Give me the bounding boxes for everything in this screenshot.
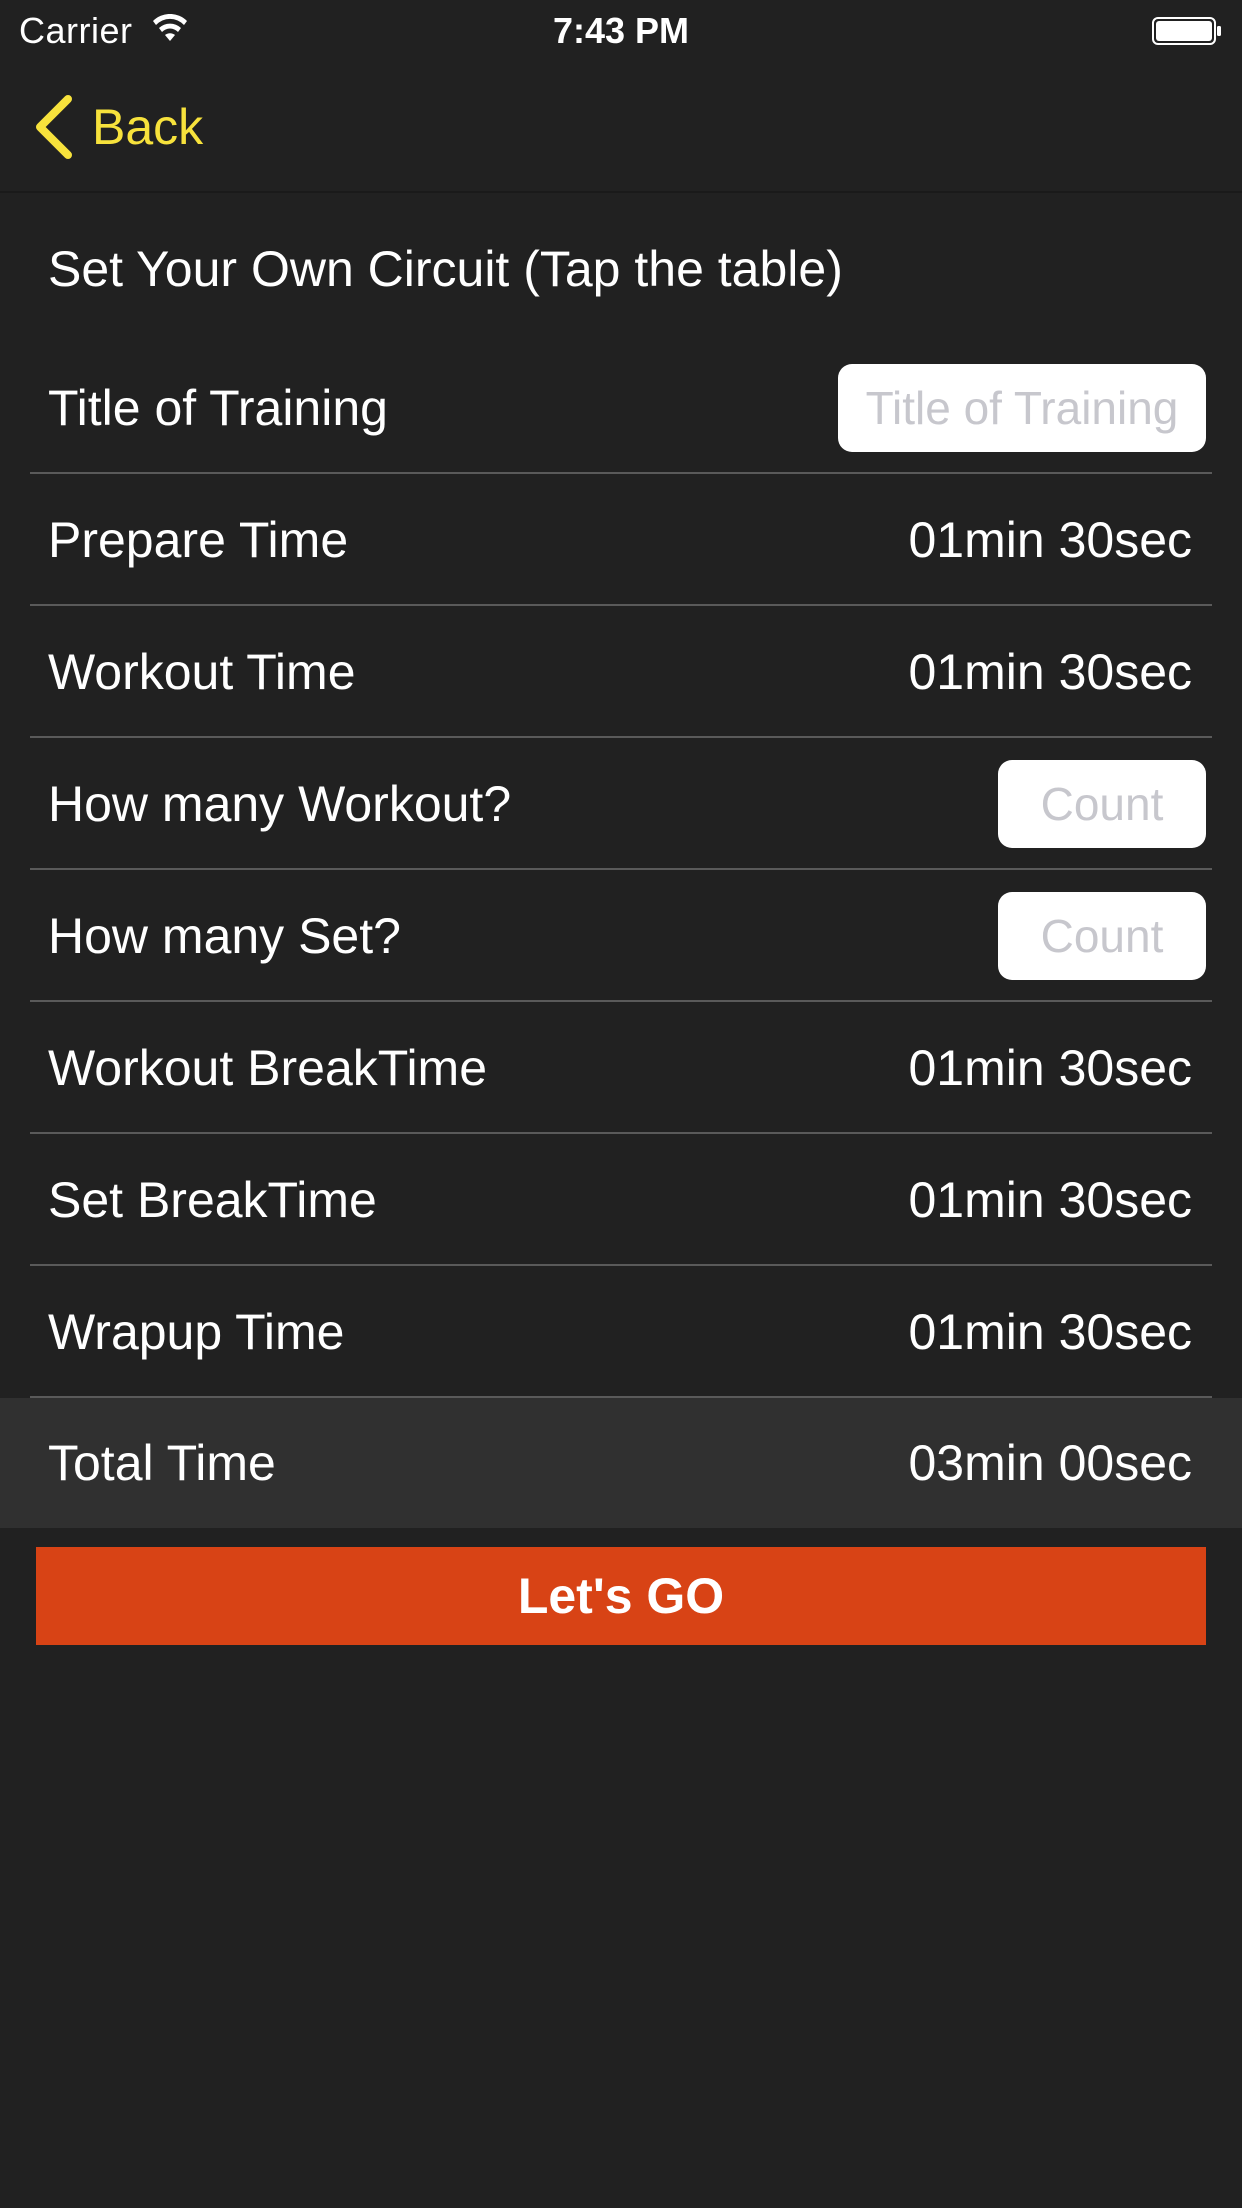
row-title-of-training[interactable]: Title of Training xyxy=(30,342,1212,474)
set-breaktime-value: 01min 30sec xyxy=(908,1172,1193,1228)
total-time-value: 03min 00sec xyxy=(908,1435,1193,1491)
row-label: Workout BreakTime xyxy=(48,1040,488,1096)
row-prepare-time[interactable]: Prepare Time 01min 30sec xyxy=(30,474,1212,606)
battery-icon xyxy=(1152,17,1221,45)
total-time-label: Total Time xyxy=(48,1435,276,1491)
row-label: Wrapup Time xyxy=(48,1304,345,1360)
page-title: Set Your Own Circuit (Tap the table) xyxy=(48,241,843,297)
workout-breaktime-value: 01min 30sec xyxy=(908,1040,1193,1096)
workout-count-input[interactable] xyxy=(998,760,1206,848)
workout-time-value: 01min 30sec xyxy=(908,644,1193,700)
back-label: Back xyxy=(92,99,204,155)
navigation-bar: Back xyxy=(0,60,1242,193)
row-set-breaktime[interactable]: Set BreakTime 01min 30sec xyxy=(30,1134,1212,1266)
training-title-input[interactable] xyxy=(838,364,1206,452)
row-workout-breaktime[interactable]: Workout BreakTime 01min 30sec xyxy=(30,1002,1212,1134)
lets-go-button[interactable]: Let's GO xyxy=(36,1547,1206,1645)
circuit-settings-table: Title of Training Prepare Time 01min 30s… xyxy=(0,342,1242,1528)
back-button[interactable]: Back xyxy=(32,92,203,162)
row-workout-count[interactable]: How many Workout? xyxy=(30,738,1212,870)
set-count-input[interactable] xyxy=(998,892,1206,980)
row-label: How many Set? xyxy=(48,908,401,964)
row-label: How many Workout? xyxy=(48,776,512,832)
row-set-count[interactable]: How many Set? xyxy=(30,870,1212,1002)
row-label: Set BreakTime xyxy=(48,1172,377,1228)
row-workout-time[interactable]: Workout Time 01min 30sec xyxy=(30,606,1212,738)
chevron-left-icon xyxy=(36,95,72,159)
row-wrapup-time[interactable]: Wrapup Time 01min 30sec xyxy=(30,1266,1212,1398)
wrapup-time-value: 01min 30sec xyxy=(908,1304,1193,1360)
status-bar: Carrier 7:43 PM xyxy=(0,0,1242,60)
row-label: Title of Training xyxy=(48,380,388,436)
clock: 7:43 PM xyxy=(552,10,690,51)
total-time-row: Total Time 03min 00sec xyxy=(0,1398,1242,1528)
row-label: Workout Time xyxy=(48,644,356,700)
row-label: Prepare Time xyxy=(48,512,349,568)
prepare-time-value: 01min 30sec xyxy=(908,512,1193,568)
